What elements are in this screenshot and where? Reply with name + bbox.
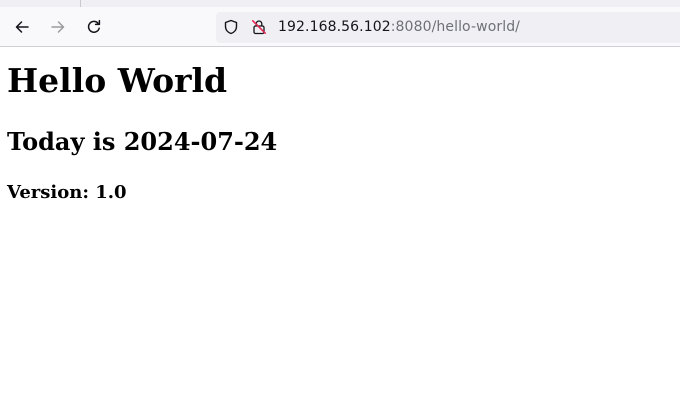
reload-button[interactable]: [80, 13, 108, 41]
page-title: Hello World: [7, 61, 228, 100]
back-button[interactable]: [8, 13, 36, 41]
shield-icon[interactable]: [222, 18, 240, 36]
url-host: 192.168.56.102: [278, 19, 391, 35]
tab-divider: [80, 0, 81, 7]
forward-button[interactable]: [44, 13, 72, 41]
insecure-lock-icon[interactable]: [250, 18, 268, 36]
date-heading: Today is 2024-07-24: [7, 127, 278, 156]
tab-strip: [0, 0, 680, 7]
arrow-left-icon: [14, 19, 30, 35]
address-bar[interactable]: 192.168.56.102:8080/hello-world/: [216, 12, 680, 43]
arrow-right-icon: [50, 19, 66, 35]
url-text[interactable]: 192.168.56.102:8080/hello-world/: [278, 18, 520, 37]
page-content: Hello World Today is 2024-07-24 Version:…: [0, 47, 680, 419]
browser-toolbar: 192.168.56.102:8080/hello-world/: [0, 0, 680, 47]
reload-icon: [86, 19, 102, 35]
version-heading: Version: 1.0: [7, 182, 127, 203]
url-port-path: :8080/hello-world/: [390, 19, 521, 35]
